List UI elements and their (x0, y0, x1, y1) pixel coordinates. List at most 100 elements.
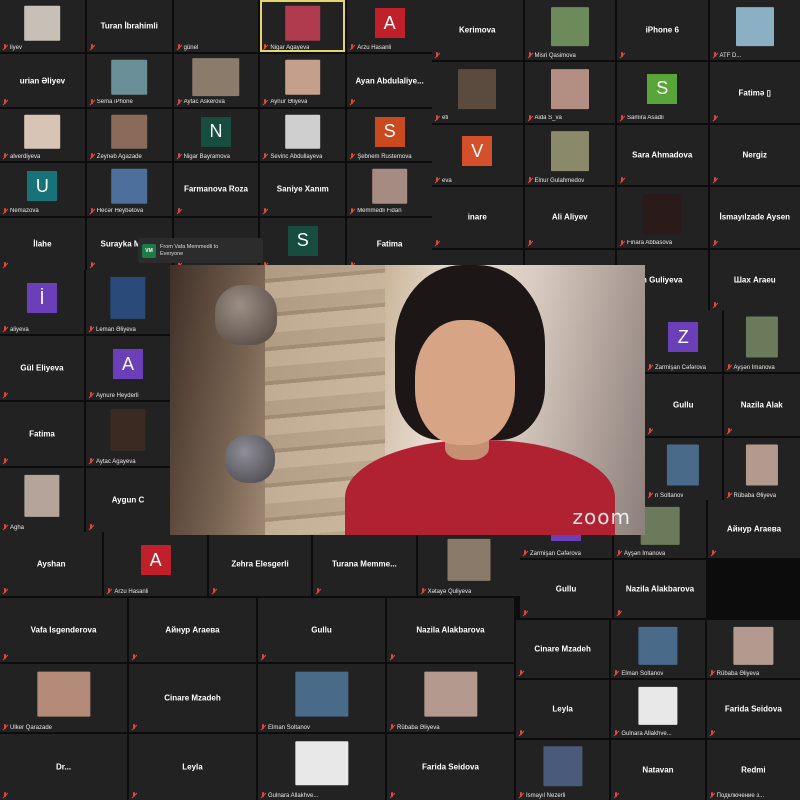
participant-tile[interactable]: Farmanova Roza (173, 163, 259, 216)
participant-video-thumbnail (24, 114, 61, 150)
participant-tile[interactable]: Sevinc Abdullayeva (260, 108, 346, 162)
participant-tile[interactable]: Finara Abbasova (617, 187, 708, 248)
participant-tile[interactable]: Xətayə Quliyeva (417, 532, 520, 596)
participant-tile[interactable]: İsmayılzade Aysen (709, 187, 800, 248)
participant-tile[interactable]: Rübaba Əliyeva (706, 620, 800, 678)
participant-tile[interactable]: Gulnara Allakhve... (258, 734, 385, 800)
participant-tile[interactable]: Ayşən İmanova (723, 310, 800, 372)
participant-tile[interactable]: Ayshan (0, 532, 103, 596)
participant-tile[interactable]: liyev (0, 0, 85, 53)
participant-tile[interactable]: Aytac Askerova (173, 54, 259, 107)
participant-tile[interactable]: S Samira Asadli (617, 62, 708, 123)
participant-tile[interactable]: Fatima (0, 402, 84, 466)
participant-tile[interactable]: günel (173, 0, 259, 53)
participant-tile[interactable]: eti (432, 62, 523, 123)
participant-tile[interactable]: Aytac Agayeva (86, 402, 170, 466)
chat-notification[interactable]: VM From Vafa Memmedli to Everyone (138, 238, 263, 263)
participant-tile[interactable]: Gullu (645, 374, 722, 436)
participant-tile[interactable]: Sara Ahmadova (617, 124, 708, 186)
participant-tile[interactable]: alverdiyeva (0, 108, 85, 162)
participant-tile[interactable]: A Aynure Heyderli (86, 336, 170, 400)
mic-muted-icon (709, 792, 715, 799)
participant-tile[interactable]: Gullu (258, 598, 385, 662)
participant-tile[interactable]: Fatima (347, 217, 432, 270)
participant-tile[interactable]: Memmedli Fidan (347, 163, 432, 216)
participant-tile[interactable]: Aynur Əliyeva (260, 54, 346, 107)
participant-tile[interactable]: Leyla (516, 680, 610, 738)
mic-muted-icon (315, 588, 321, 595)
participant-tile[interactable]: Ayan Abdulaliye... (347, 54, 432, 107)
participant-tile[interactable]: Cinare Mzadeh (516, 620, 610, 678)
participant-caption: eti (442, 115, 449, 122)
participant-name: Fatimə ▯ (738, 88, 771, 98)
participant-tile[interactable]: Aida S_va (524, 62, 615, 123)
participant-tile[interactable]: Farida Seidova (706, 680, 800, 738)
participant-name: Ayan Abdulaliye... (355, 76, 424, 86)
participant-tile[interactable]: Elnur Gulahmedov (524, 124, 615, 186)
participant-tile[interactable]: Nigar Agayeva (260, 0, 346, 53)
participant-tile[interactable]: Sema iPhone (86, 54, 172, 107)
participant-tile[interactable]: Gül Eliyeva (0, 336, 84, 400)
participant-tile[interactable]: Aйнур Araeвa (129, 598, 256, 662)
participant-tile[interactable]: urian Əliyev (0, 54, 85, 107)
active-speaker-video[interactable]: zoom (170, 265, 645, 535)
participant-tile[interactable]: Redmi Подключение з... (706, 740, 800, 800)
participant-tile[interactable]: Nergiz (709, 124, 800, 186)
participant-tile[interactable]: Nazila Alakbarova (387, 598, 514, 662)
participant-tile[interactable]: U Nemazova (0, 163, 85, 216)
participant-tile[interactable]: Natavan (611, 740, 705, 800)
participant-tile[interactable]: Saniye Xanım (260, 163, 346, 216)
participant-video-thumbnail (371, 168, 408, 204)
participant-tile[interactable]: Z Zarmişan Cəfərova (645, 310, 722, 372)
gallery-bottom-row1: Ayshan A Arzu Hasanli Zehra Elesgerli Turana… (0, 532, 520, 596)
participant-tile[interactable]: A Arzu Hasanli (347, 0, 432, 53)
participant-caption: Nemazova (10, 208, 39, 215)
participant-tile[interactable]: Gullu (520, 560, 612, 618)
participant-tile[interactable]: N Nigar Bayramova (173, 108, 259, 162)
zoom-watermark: zoom (572, 505, 631, 529)
participant-tile[interactable]: Aygun C (86, 468, 170, 532)
participant-tile[interactable]: Fatimə ▯ (709, 62, 800, 123)
participant-tile[interactable]: İsmayıl Nezerli (516, 740, 610, 800)
participant-tile[interactable]: Farida Seidova (387, 734, 514, 800)
participant-tile[interactable]: Ulker Qarazade (0, 664, 127, 732)
participant-tile[interactable]: Gulnara Allakhve... (611, 680, 705, 738)
participant-tile[interactable]: Agha (0, 468, 84, 532)
participant-initial-avatar: S (647, 73, 678, 104)
participant-tile[interactable]: Zehra Elesgerli (208, 532, 312, 596)
participant-tile[interactable]: Turan İbrahimli (86, 0, 172, 53)
participant-tile[interactable]: İlahe (0, 217, 85, 270)
participant-tile[interactable]: Elman Soltanov (611, 620, 705, 678)
participant-tile[interactable]: Nazila Alakbarova (614, 560, 706, 618)
participant-tile[interactable]: Elman Soltanov (258, 664, 385, 732)
participant-tile[interactable]: Kerimova (432, 0, 523, 61)
participant-tile[interactable]: Nazila Alak (723, 374, 800, 436)
participant-tile[interactable]: inare (432, 187, 523, 248)
participant-tile[interactable]: Misri Qasimova (524, 0, 615, 61)
participant-tile[interactable]: S (260, 217, 346, 270)
participant-tile[interactable]: Zeynəb Agazade (86, 108, 172, 162)
participant-tile[interactable]: Rübaba Əliyeva (387, 664, 514, 732)
participant-tile[interactable]: Cinare Mzadeh (129, 664, 256, 732)
participant-tile[interactable]: Шах Araeu (709, 249, 800, 310)
participant-caption: Zarmişan Cəfərova (655, 364, 707, 371)
participant-initial-avatar: İ (27, 283, 57, 314)
mic-muted-icon (522, 610, 528, 617)
participant-tile[interactable]: iPhone 6 (617, 0, 708, 61)
participant-tile[interactable]: Turana Memme... (313, 532, 416, 596)
participant-tile[interactable]: Hecər Heybətova (86, 163, 172, 216)
participant-tile[interactable]: Aйнур Araeвa (708, 500, 800, 558)
participant-tile[interactable]: Leyla (129, 734, 256, 800)
participant-tile[interactable]: Rübaba Əliyeva (723, 438, 800, 500)
participant-tile[interactable]: İaliyeva (0, 270, 84, 334)
participant-tile[interactable]: A Arzu Hasanli (104, 532, 207, 596)
participant-tile[interactable]: Ali Aliyev (524, 187, 615, 248)
participant-caption: Aynure Heyderli (96, 392, 139, 399)
participant-tile[interactable]: Leman Əliyeva (86, 270, 170, 334)
participant-tile[interactable]: Veva (432, 124, 523, 186)
participant-tile[interactable]: Vafa Isgenderova (0, 598, 127, 662)
participant-tile[interactable]: Dr... (0, 734, 127, 800)
participant-tile[interactable]: S Şebnem Rustemova (347, 108, 432, 162)
participant-tile[interactable]: n Soltanov (645, 438, 722, 500)
participant-tile[interactable]: ATF D... (709, 0, 800, 61)
